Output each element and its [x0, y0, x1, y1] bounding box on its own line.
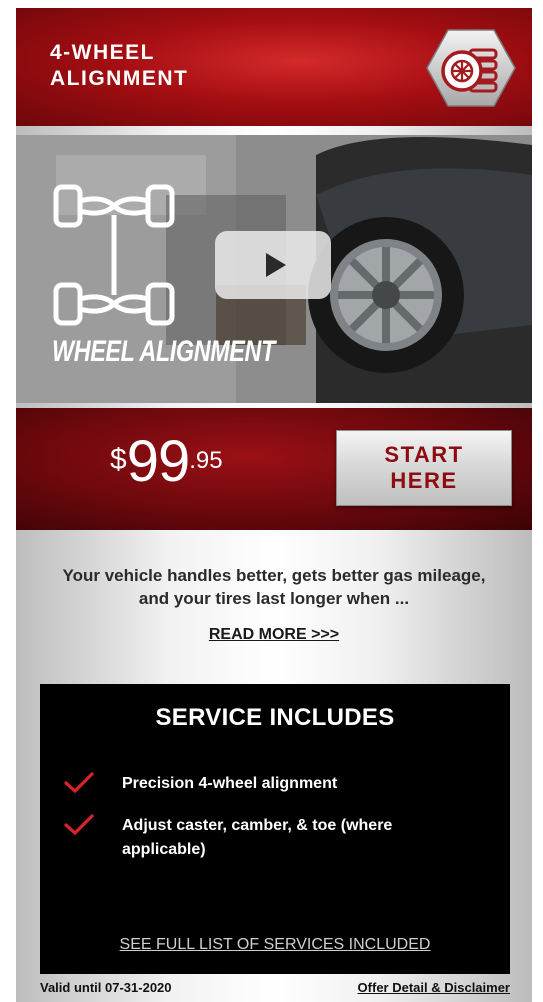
services-box: SERVICE INCLUDES Precision 4-wheel align… [40, 684, 510, 974]
header-banner: 4-WHEEL ALIGNMENT [16, 8, 532, 126]
checkmark-icon [64, 772, 94, 794]
price-cents: .95 [189, 447, 223, 474]
price-currency: $ [110, 443, 127, 476]
hero-overlay-text: WHEEL ALIGNMENT [52, 335, 275, 368]
valid-until-text: Valid until 07-31-2020 [40, 980, 172, 995]
price-whole: 99 [126, 429, 191, 494]
see-full-list-link[interactable]: SEE FULL LIST OF SERVICES INCLUDED [40, 936, 510, 954]
price-band: $ 99 .95 START HERE [16, 408, 532, 530]
price: $ 99 .95 [110, 432, 223, 492]
play-button[interactable] [215, 231, 331, 299]
service-item-label: Adjust caster, camber, & toe (where appl… [122, 817, 393, 858]
service-item-label: Precision 4-wheel alignment [122, 775, 338, 792]
start-here-button[interactable]: START HERE [336, 430, 512, 506]
checkmark-icon [64, 814, 94, 836]
services-title: SERVICE INCLUDES [155, 704, 395, 731]
service-description: Your vehicle handles better, gets better… [62, 566, 486, 608]
read-more-link[interactable]: READ MORE >>> [16, 626, 532, 644]
tire-stack-icon [426, 29, 516, 107]
hero-video[interactable]: WHEEL ALIGNMENT [16, 135, 532, 403]
offer-disclaimer-link[interactable]: Offer Detail & Disclaimer [358, 980, 510, 995]
play-icon [265, 253, 286, 277]
service-card: 4-WHEEL ALIGNMENT WHEEL ALIGNMENT $ 99 .… [16, 8, 532, 1002]
page-title: 4-WHEEL ALIGNMENT [50, 41, 189, 90]
